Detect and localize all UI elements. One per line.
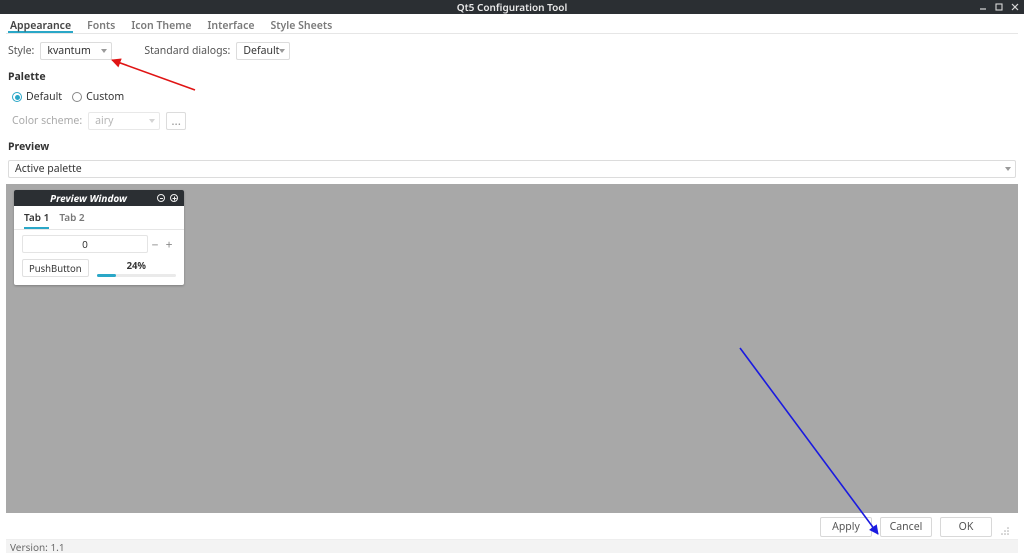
- preview-progress: 24%: [97, 259, 176, 277]
- minimize-icon[interactable]: [978, 2, 988, 12]
- color-scheme-label: Color scheme:: [12, 114, 82, 128]
- plus-icon[interactable]: +: [162, 236, 176, 253]
- ellipsis-icon: ...: [171, 115, 181, 127]
- color-scheme-browse-button: ...: [166, 112, 186, 130]
- style-label: Style:: [8, 44, 34, 58]
- standard-dialogs-combo[interactable]: Default: [236, 42, 290, 60]
- window-title: Qt5 Configuration Tool: [0, 0, 1024, 14]
- resize-grip-icon[interactable]: [1000, 519, 1012, 537]
- color-scheme-row: Color scheme: airy ...: [6, 112, 1018, 130]
- status-bar: Version: 1.1: [6, 539, 1018, 553]
- preview-tab-2[interactable]: Tab 2: [59, 210, 84, 229]
- palette-radio-default[interactable]: Default: [12, 90, 62, 104]
- minimize-icon[interactable]: [157, 194, 165, 202]
- palette-combo-row: Active palette: [6, 160, 1018, 178]
- preview-window-titlebar: Preview Window: [14, 190, 184, 206]
- chevron-down-icon: [279, 49, 285, 53]
- window-buttons: [978, 0, 1020, 14]
- maximize-icon[interactable]: [170, 194, 178, 202]
- style-combo[interactable]: kvantum: [40, 42, 112, 60]
- style-combo-value: kvantum: [47, 44, 90, 58]
- titlebar: Qt5 Configuration Tool: [0, 0, 1024, 14]
- preview-window-title: Preview Window: [20, 191, 157, 205]
- preview-body: 0 − + PushButton 24%: [14, 230, 184, 285]
- standard-dialogs-label: Standard dialogs:: [144, 44, 230, 58]
- palette-heading: Palette: [6, 70, 1018, 84]
- tab-style-sheets[interactable]: Style Sheets: [268, 18, 334, 33]
- preview-push-button[interactable]: PushButton: [22, 259, 89, 277]
- palette-radio-custom-label: Custom: [86, 90, 124, 104]
- close-icon[interactable]: [1010, 2, 1020, 12]
- preview-heading: Preview: [6, 140, 1018, 154]
- minus-icon[interactable]: −: [148, 236, 162, 253]
- ok-button[interactable]: OK: [940, 517, 992, 537]
- palette-radio-default-label: Default: [26, 90, 62, 104]
- active-palette-combo[interactable]: Active palette: [8, 160, 1016, 178]
- palette-radios: Default Custom: [6, 90, 1018, 104]
- dialog-buttons: Apply Cancel OK: [6, 513, 1018, 539]
- color-scheme-value: airy: [95, 114, 113, 128]
- cancel-button[interactable]: Cancel: [880, 517, 932, 537]
- tab-fonts[interactable]: Fonts: [85, 18, 117, 33]
- chevron-down-icon: [1005, 167, 1011, 171]
- chevron-down-icon: [149, 119, 155, 123]
- chevron-down-icon: [101, 49, 107, 53]
- version-label: Version: 1.1: [10, 540, 65, 554]
- preview-row-2: PushButton 24%: [22, 259, 176, 277]
- palette-radio-custom[interactable]: Custom: [72, 90, 124, 104]
- style-row: Style: kvantum Standard dialogs: Default: [6, 42, 1018, 60]
- preview-tab-1[interactable]: Tab 1: [24, 210, 49, 229]
- window-body: Appearance Fonts Icon Theme Interface St…: [0, 14, 1024, 557]
- preview-spinbox[interactable]: 0 − +: [22, 235, 176, 253]
- color-scheme-combo: airy: [88, 112, 160, 130]
- preview-window: Preview Window Tab 1 Tab 2: [14, 190, 184, 285]
- maximize-icon[interactable]: [994, 2, 1004, 12]
- preview-canvas: Preview Window Tab 1 Tab 2: [6, 184, 1018, 513]
- preview-progress-bar: [97, 274, 176, 277]
- radio-icon: [72, 92, 82, 102]
- apply-button[interactable]: Apply: [820, 517, 872, 537]
- tab-interface[interactable]: Interface: [205, 18, 256, 33]
- preview-tabs: Tab 1 Tab 2: [14, 206, 184, 230]
- active-palette-value: Active palette: [15, 162, 82, 176]
- preview-progress-label: 24%: [97, 259, 176, 272]
- main-tabs: Appearance Fonts Icon Theme Interface St…: [6, 16, 1018, 34]
- tab-icon-theme[interactable]: Icon Theme: [129, 18, 193, 33]
- tab-appearance[interactable]: Appearance: [8, 18, 73, 33]
- preview-wrap: Active palette Preview Window: [6, 160, 1018, 513]
- radio-icon: [12, 92, 22, 102]
- standard-dialogs-value: Default: [243, 44, 279, 58]
- preview-spinbox-value: 0: [22, 235, 148, 253]
- preview-window-buttons: [157, 194, 178, 202]
